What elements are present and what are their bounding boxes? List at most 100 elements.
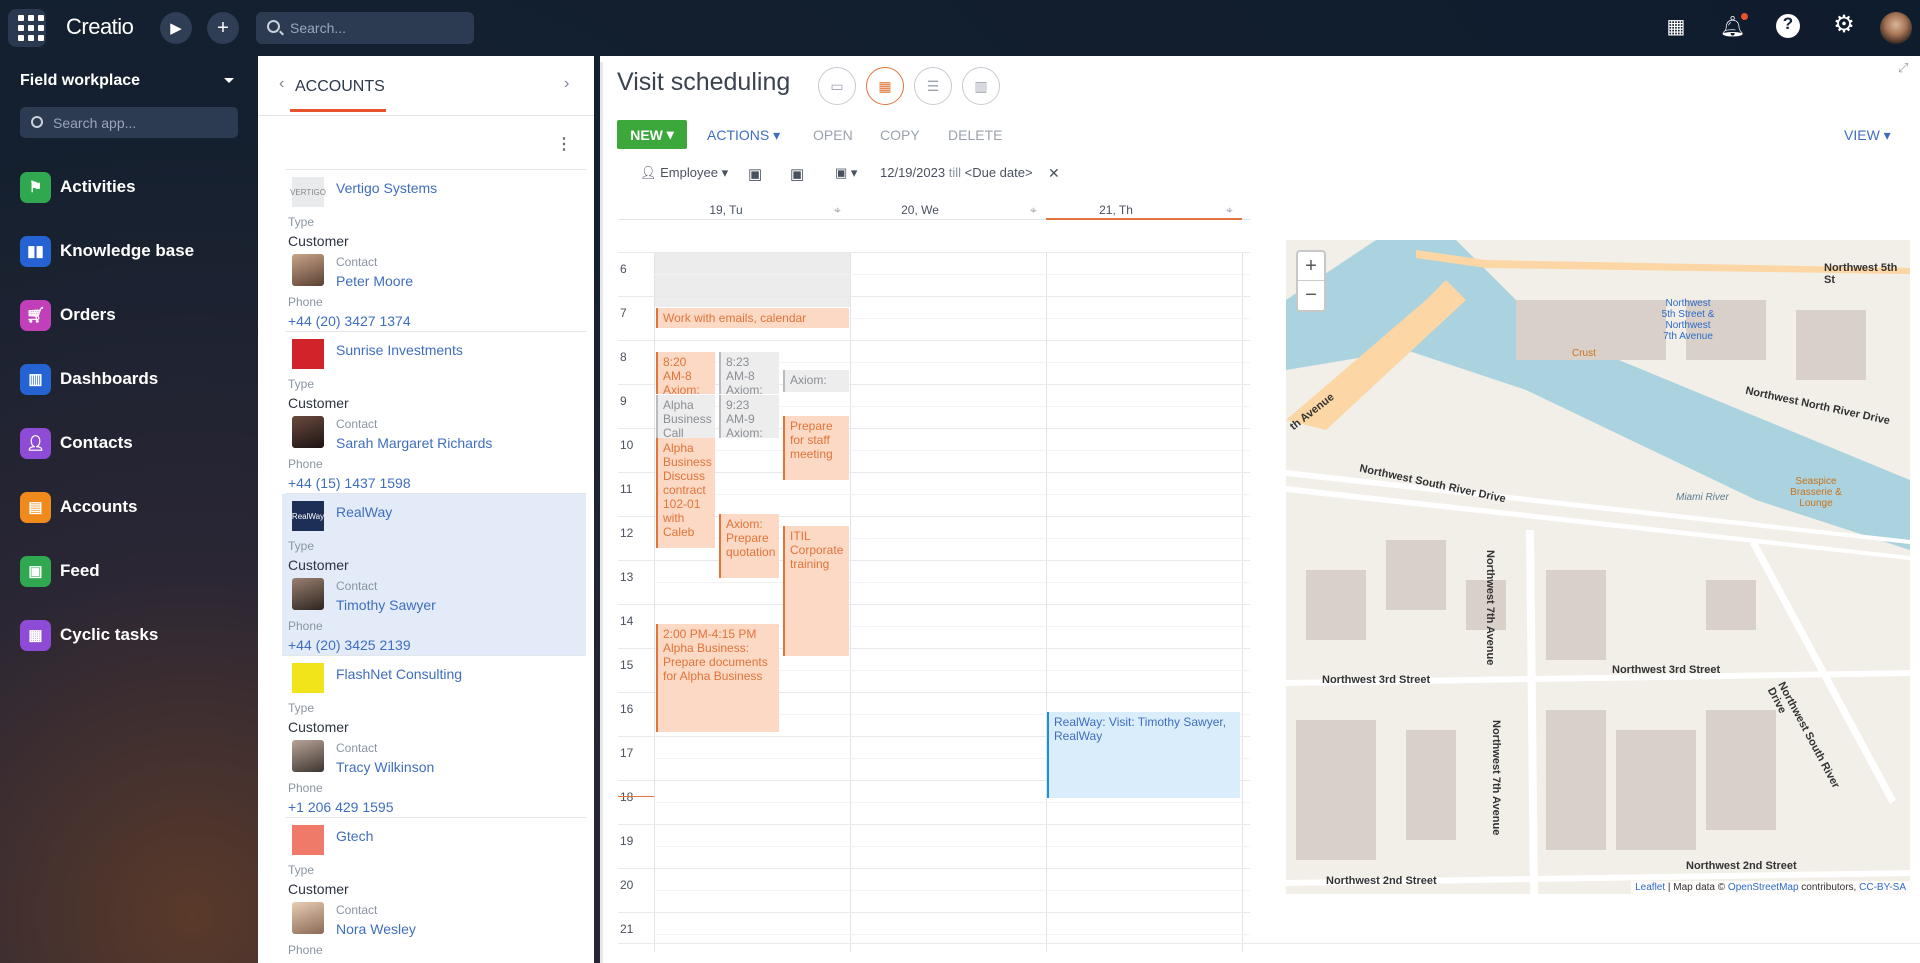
new-button[interactable]: NEW ▾ — [617, 120, 687, 149]
column-divider — [1242, 252, 1243, 952]
phone-link[interactable]: +44 (15) 1437 1598 — [288, 475, 411, 491]
hour-line — [618, 296, 1250, 297]
calendar-view-icon[interactable]: ▭ — [818, 67, 856, 105]
sidebar-item-accounts[interactable]: ▤ Accounts — [20, 490, 260, 524]
period-select-icon[interactable]: ▣ ▾ — [835, 165, 857, 181]
help-icon[interactable]: ? — [1776, 14, 1800, 38]
zoom-out-button[interactable]: − — [1298, 281, 1324, 310]
chevron-left-icon[interactable]: ‹ — [279, 75, 284, 93]
sidebar-item-feed[interactable]: ▣ Feed — [20, 554, 260, 588]
account-card-gtech[interactable]: Gtech Type Customer Contact Nora Wesley … — [286, 818, 586, 963]
event-item[interactable]: Alpha Business Call — [656, 395, 715, 438]
app-logo[interactable]: Creatio — [66, 14, 134, 40]
account-name[interactable]: FlashNet Consulting — [336, 666, 462, 682]
day-view-icon[interactable]: ▣ — [748, 165, 762, 183]
map-label: Miami River — [1676, 492, 1729, 503]
osm-link[interactable]: OpenStreetMap — [1728, 882, 1799, 893]
event-item[interactable]: Axiom: — [783, 370, 849, 392]
week-view-icon[interactable]: ▣ — [790, 165, 804, 183]
account-card-sunrise-investments[interactable]: Sunrise Investments Type Customer Contac… — [286, 332, 586, 494]
sidebar-item-orders[interactable]: 🛒︎ Orders — [20, 298, 260, 332]
map-label: Northwest 5th Street & Northwest 7th Ave… — [1661, 298, 1715, 342]
contact-avatar — [292, 740, 324, 772]
sidebar-item-knowledge-base[interactable]: ▮▮ Knowledge base — [20, 234, 260, 268]
analytics-view-icon[interactable]: ▥ — [962, 67, 1000, 105]
event-item[interactable]: Work with emails, calendar — [656, 308, 849, 328]
play-icon[interactable]: ▶ — [160, 12, 192, 44]
event-item[interactable]: Prepare for staff meeting — [783, 416, 849, 480]
open-button[interactable]: OPEN — [813, 127, 853, 143]
event-item[interactable]: 8:20 AM-8 Axiom: Call — [656, 352, 715, 394]
sidebar-item-cyclic-tasks[interactable]: ▦ Cyclic tasks — [20, 618, 260, 652]
contact-link[interactable]: Timothy Sawyer — [336, 597, 436, 613]
chevron-right-icon[interactable]: › — [564, 75, 569, 93]
event-item[interactable]: Axiom: Prepare quotation — [719, 514, 779, 578]
app-search-input[interactable]: Search app... — [20, 107, 238, 138]
account-card-realway[interactable]: RealWay RealWay Type Customer Contact Ti… — [282, 494, 586, 656]
tab-accounts[interactable]: ACCOUNTS — [295, 78, 385, 96]
map-label: Northwest 7th Avenue — [1484, 550, 1496, 666]
account-name[interactable]: Sunrise Investments — [336, 342, 463, 358]
clear-icon[interactable]: ✕ — [1048, 165, 1060, 182]
sidebar-item-label: Activities — [60, 177, 136, 196]
view-button[interactable]: VIEW ▾ — [1844, 127, 1891, 144]
account-card-flashnet-consulting[interactable]: FlashNet Consulting Type Customer Contac… — [286, 656, 586, 818]
date-to: <Due date> — [964, 165, 1033, 180]
gear-icon[interactable]: ⚙ — [1832, 10, 1856, 39]
event-item[interactable]: ITIL Corporate training — [783, 526, 849, 656]
sidebar-item-dashboards[interactable]: ▥ Dashboards — [20, 362, 260, 396]
user-avatar[interactable] — [1880, 12, 1912, 44]
phone-link[interactable]: +44 (20) 3425 2139 — [288, 637, 411, 653]
sidebar-item-activities[interactable]: ⚑ Activities — [20, 170, 260, 204]
half-hour-line — [654, 494, 1250, 495]
splitter[interactable] — [600, 62, 603, 963]
account-card-vertigo-systems[interactable]: VERTIGO Vertigo Systems Type Customer Co… — [286, 170, 586, 332]
contact-link[interactable]: Peter Moore — [336, 273, 413, 289]
plus-icon[interactable]: + — [207, 12, 239, 44]
date-range[interactable]: 12/19/2023 till <Due date> — [880, 165, 1033, 180]
phone-link[interactable]: +44 (20) 3427 1374 — [288, 313, 411, 329]
contact-link[interactable]: Nora Wesley — [336, 921, 416, 937]
event-item[interactable]: Alpha Business Discuss contract 102-01 w… — [656, 438, 715, 548]
copy-button[interactable]: COPY — [880, 127, 920, 143]
hour-label: 16 — [620, 702, 634, 716]
contact-link[interactable]: Tracy Wilkinson — [336, 759, 434, 775]
sidebar-item-contacts[interactable]: 👤︎ Contacts — [20, 426, 260, 460]
schedule-view-icon[interactable]: ▦ — [866, 67, 904, 105]
half-hour-line — [654, 802, 1250, 803]
map-pin-icon[interactable]: ⌖ — [1030, 203, 1037, 218]
leaflet-link[interactable]: Leaflet — [1635, 882, 1665, 893]
zoom-in-button[interactable]: + — [1298, 252, 1324, 281]
global-search-input[interactable]: Search... — [256, 12, 474, 44]
expand-icon[interactable]: ⤢ — [1898, 60, 1908, 76]
account-name[interactable]: Gtech — [336, 828, 373, 844]
map-pin-icon[interactable]: ⌖ — [1226, 203, 1233, 218]
hour-label: 7 — [620, 306, 627, 320]
map-label: Northwest 7th Avenue — [1490, 720, 1502, 836]
workspace-title[interactable]: Field workplace — [20, 72, 140, 90]
event-item[interactable]: 9:23 AM-9 Axiom: Agreed — [719, 395, 779, 438]
license-link[interactable]: CC-BY-SA — [1859, 882, 1906, 893]
map-pin-icon[interactable]: ⌖ — [834, 203, 841, 218]
employee-filter[interactable]: 👤︎ Employee ▾ — [640, 165, 728, 181]
event-item[interactable]: RealWay: Visit: Timothy Sawyer, RealWay — [1047, 712, 1240, 798]
account-name[interactable]: RealWay — [336, 504, 392, 520]
day-header: 19, Tu — [709, 203, 743, 217]
account-name[interactable]: Vertigo Systems — [336, 180, 437, 196]
person-icon: 👤︎ — [640, 165, 657, 180]
event-item[interactable]: 8:23 AM-8 Axiom: Send — [719, 352, 779, 394]
hour-label: 21 — [620, 922, 634, 936]
contact-link[interactable]: Sarah Margaret Richards — [336, 435, 492, 451]
view-label: VIEW — [1844, 127, 1880, 143]
map-view[interactable]: + − Northwest 5th St Northwest 5th Stree… — [1286, 240, 1910, 894]
delete-button[interactable]: DELETE — [948, 127, 1002, 143]
apps-grid-icon[interactable] — [8, 9, 46, 47]
more-options-icon[interactable]: ⋮ — [556, 134, 572, 154]
widgets-icon[interactable]: ▦ — [1664, 14, 1688, 39]
actions-button[interactable]: ACTIONS ▾ — [707, 127, 780, 144]
map-label: Northwest 5th St — [1824, 262, 1898, 286]
phone-link[interactable]: +1 206 429 1595 — [288, 799, 394, 815]
chevron-down-icon[interactable] — [224, 78, 234, 83]
event-item[interactable]: 2:00 PM-4:15 PM Alpha Business: Prepare … — [656, 624, 779, 732]
list-view-icon[interactable]: ☰ — [914, 67, 952, 105]
